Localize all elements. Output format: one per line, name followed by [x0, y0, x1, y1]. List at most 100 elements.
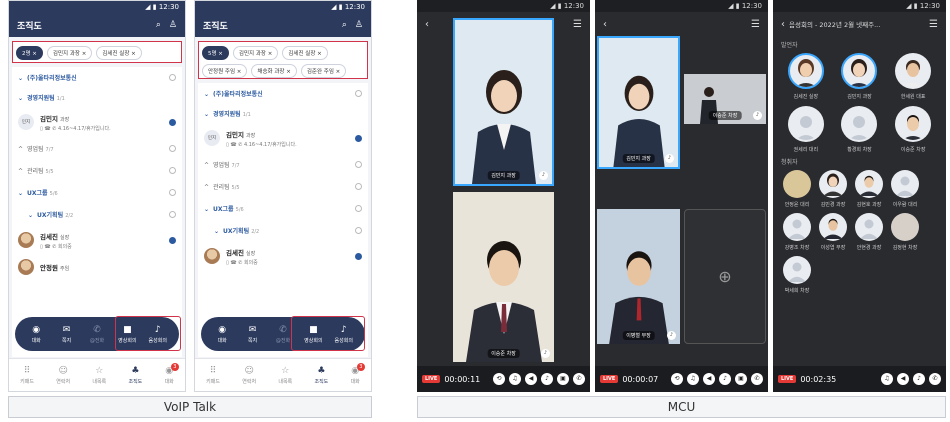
nav-chat[interactable]: ◉ 대화 3: [165, 362, 179, 385]
mcu-screen-3: ◢ ▮ 12:30 ‹ 음성회의 - 2022년 2월 넷째주... ☰ 발언자…: [773, 0, 946, 392]
add-person-icon[interactable]: ♙: [355, 20, 363, 30]
end-call-icon[interactable]: ✆: [751, 373, 763, 385]
nav-keypad[interactable]: ⠿ 키패드: [206, 366, 220, 385]
speaker-icon[interactable]: ◀: [525, 373, 537, 385]
chip-person[interactable]: 김민지 과장 ×: [46, 46, 93, 60]
tree-dept[interactable]: ^ 영업팀 7/7: [198, 153, 368, 175]
app-header: 조직도 ⌕ ♙: [195, 13, 371, 37]
default-avatar-icon: [787, 106, 824, 142]
checkbox[interactable]: [169, 118, 176, 126]
speaker-icon[interactable]: ◀: [703, 373, 715, 385]
mic-icon[interactable]: ♪: [541, 373, 553, 385]
video-tile[interactable]: 이병철 부장 ♪: [597, 209, 680, 344]
add-person-icon[interactable]: ♙: [169, 20, 177, 30]
mic-icon: ♪: [541, 349, 550, 358]
mic-icon[interactable]: ♪: [719, 373, 731, 385]
chip-person[interactable]: 김민지 과장 ×: [232, 46, 279, 60]
participant[interactable]: 한세원 대표: [891, 53, 935, 100]
video-tile[interactable]: 김민지 과장 ♪: [597, 36, 680, 169]
nav-org[interactable]: ♣ 조직도: [314, 366, 328, 385]
menu-icon[interactable]: ☰: [751, 19, 760, 30]
person-row[interactable]: 김세진 실장 ▯ ☎ ✆ 회의중: [198, 241, 368, 271]
back-icon[interactable]: ‹: [425, 19, 429, 30]
empty-slot-add-icon[interactable]: ⊕: [684, 209, 766, 344]
tree-dept[interactable]: ⌄ UX기획팀 2/2: [12, 203, 182, 225]
chip-person[interactable]: 안정원 주임 ×: [202, 64, 248, 78]
participant[interactable]: 김민경 과장: [815, 170, 851, 208]
participant[interactable]: 김현호 과장: [851, 170, 887, 208]
video-tile[interactable]: 이승준 차장 ♪: [684, 74, 766, 124]
participant[interactable]: 황경희 차장: [837, 106, 881, 153]
participant[interactable]: 강병조 차장: [779, 213, 815, 251]
camera-icon[interactable]: ▣: [557, 373, 569, 385]
music-icon[interactable]: ♫: [687, 373, 699, 385]
section-listeners: 청취자: [781, 159, 798, 166]
nav-mylist[interactable]: ☆ 내목록: [92, 366, 106, 385]
avatar: [895, 106, 932, 142]
end-call-icon[interactable]: ✆: [573, 373, 585, 385]
search-icon[interactable]: ⌕: [156, 20, 161, 30]
call-button[interactable]: ✆ @전화: [84, 325, 110, 344]
tree-dept[interactable]: ⌄ 경영지원팀 1/1: [198, 103, 368, 123]
chip-person[interactable]: 김준완 주임 ×: [300, 64, 347, 78]
video-tile[interactable]: 이승준 차장 ♪: [453, 192, 554, 362]
back-icon[interactable]: ‹: [781, 19, 785, 30]
tree-dept[interactable]: ^ 관리팀 5/5: [198, 175, 368, 197]
nav-contacts[interactable]: ☺ 연락처: [56, 366, 70, 385]
tree-dept[interactable]: ⌄ UX그룹 5/6: [198, 197, 368, 219]
unread-badge: 3: [170, 362, 179, 371]
checkbox[interactable]: [355, 134, 362, 142]
tree-dept[interactable]: ⌄ 경영지원팀 1/1: [12, 87, 182, 107]
call-controls: LIVE 00:02:35 ♫ ◀ ♪ ✆: [773, 366, 946, 392]
nav-keypad[interactable]: ⠿ 키패드: [20, 366, 34, 385]
menu-icon[interactable]: ☰: [573, 19, 582, 30]
switch-camera-icon[interactable]: ⟲: [493, 373, 505, 385]
mic-icon[interactable]: ♪: [913, 373, 925, 385]
participant[interactable]: 김민지 과장: [837, 53, 881, 100]
nav-chat[interactable]: ◉ 대화 3: [351, 362, 365, 385]
chat-button[interactable]: ◉ 대화: [23, 325, 49, 344]
note-button[interactable]: ✉ 쪽지: [54, 325, 80, 344]
speaker-icon[interactable]: ◀: [897, 373, 909, 385]
participant[interactable]: 김세진 실장: [784, 53, 828, 100]
person-row[interactable]: 김세진 실장 ▯ ☎ ✆ 회의중: [12, 225, 182, 255]
video-tile[interactable]: 김민지 과장 ♪: [453, 18, 554, 186]
nav-org[interactable]: ♣ 조직도: [128, 366, 142, 385]
person-row[interactable]: 민지 김민지 과장 ▯ ☎ ✆ 4.16~4.17/휴가입니다.: [198, 123, 368, 153]
participant[interactable]: 이승준 차장: [891, 106, 935, 153]
back-icon[interactable]: ‹: [603, 19, 607, 30]
note-button[interactable]: ✉ 쪽지: [240, 325, 266, 344]
search-icon[interactable]: ⌕: [342, 20, 347, 30]
menu-icon[interactable]: ☰: [929, 19, 938, 30]
nav-mylist[interactable]: ☆ 내목록: [278, 366, 292, 385]
chip-person[interactable]: 김세진 실장 ×: [282, 46, 328, 60]
chat-button[interactable]: ◉ 대화: [209, 325, 235, 344]
participant[interactable]: 안현경 과장: [851, 213, 887, 251]
tree-dept[interactable]: ^ 관리팀 5/5: [12, 159, 182, 181]
person-icon: ☺: [244, 365, 254, 376]
participant[interactable]: 이우람 대리: [887, 170, 923, 208]
chip-person[interactable]: 김세진 실장 ×: [96, 46, 142, 60]
music-icon[interactable]: ♫: [881, 373, 893, 385]
tree-company[interactable]: ⌄ (주)울타리정보통신: [12, 67, 182, 87]
participant[interactable]: 박세희 차장: [779, 256, 815, 294]
switch-camera-icon[interactable]: ⟲: [671, 373, 683, 385]
participant[interactable]: 권세리 대리: [784, 106, 828, 153]
person-row[interactable]: 안정원 주임: [12, 255, 182, 279]
participant[interactable]: 김정현 차장: [887, 213, 923, 251]
chip-person[interactable]: 채승화 과장 ×: [251, 64, 297, 78]
music-icon[interactable]: ♫: [509, 373, 521, 385]
participant[interactable]: 안정윤 대리: [779, 170, 815, 208]
checkbox[interactable]: [355, 252, 362, 260]
tree-dept[interactable]: ⌄ UX그룹 5/6: [12, 181, 182, 203]
checkbox[interactable]: [169, 236, 176, 244]
tree-dept[interactable]: ^ 영업팀 7/7: [12, 137, 182, 159]
camera-icon[interactable]: ▣: [735, 373, 747, 385]
call-timer: 00:00:07: [622, 374, 659, 384]
participant[interactable]: 이성엽 부장: [815, 213, 851, 251]
tree-dept[interactable]: ⌄ UX기획팀 2/2: [198, 219, 368, 241]
tree-company[interactable]: ⌄ (주)울타리정보통신: [198, 83, 368, 103]
nav-contacts[interactable]: ☺ 연락처: [242, 366, 256, 385]
person-row[interactable]: 민지 김민지 과장 ▯ ☎ ✆ 4.16~4.17/휴가입니다.: [12, 107, 182, 137]
end-call-icon[interactable]: ✆: [929, 373, 941, 385]
